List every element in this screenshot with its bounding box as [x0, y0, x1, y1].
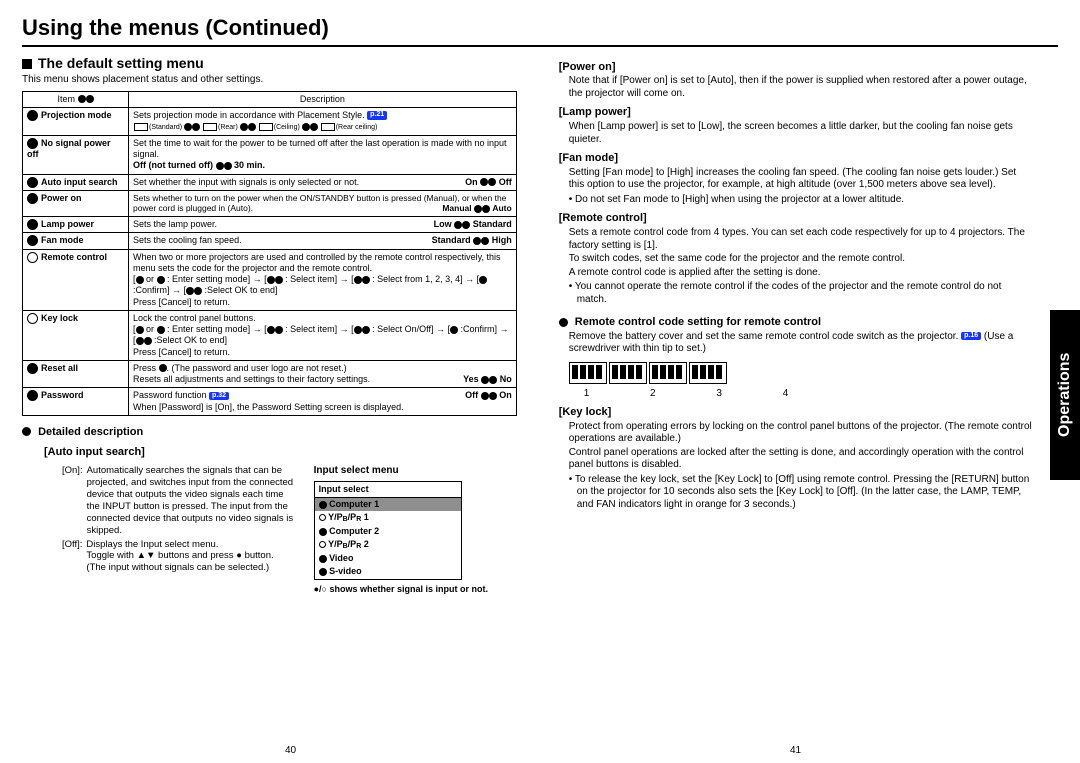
section-intro: This menu shows placement status and oth…	[22, 74, 517, 87]
col-desc: Description	[129, 91, 517, 107]
auto-input-head: [Auto input search]	[22, 446, 517, 460]
lamp-head: [Lamp power]	[559, 106, 1034, 120]
input-item: Video	[315, 552, 461, 565]
row-fanmode: Fan mode Sets the cooling fan speed. Sta…	[23, 233, 517, 249]
auto-off: [Off]: Displays the Input select menu.To…	[62, 539, 296, 575]
input-select-menu: Input select Computer 1 Y/PB/PR 1 Comput…	[314, 481, 462, 580]
input-item: Y/PB/PR 1	[315, 511, 461, 525]
col-item: Item	[23, 91, 129, 107]
rc-head: [Remote control]	[559, 212, 1034, 226]
input-item: S-video	[315, 565, 461, 578]
auto-on: [On]: Automatically searches the signals…	[62, 465, 296, 536]
fan-text: Setting [Fan mode] to [High] increases t…	[559, 167, 1034, 192]
section-heading: The default setting menu	[22, 55, 517, 73]
rc-bullet: • You cannot operate the remote control …	[559, 281, 1034, 306]
row-projection: Projection mode Sets projection mode in …	[23, 107, 517, 135]
key-bullet: • To release the key lock, set the [Key …	[559, 474, 1034, 512]
key-text1: Protect from operating errors by locking…	[559, 421, 1034, 446]
input-item: Computer 2	[315, 525, 461, 538]
row-keylock: Key lock Lock the control panel buttons.…	[23, 310, 517, 360]
row-remote: Remote control When two or more projecto…	[23, 249, 517, 310]
fan-head: [Fan mode]	[559, 152, 1034, 166]
lamp-text: When [Lamp power] is set to [Low], the s…	[559, 121, 1034, 146]
rc-text1: Sets a remote control code from 4 types.…	[559, 227, 1034, 252]
fan-bullet: • Do not set Fan mode to [High] when usi…	[559, 194, 1034, 207]
key-head: [Key lock]	[559, 406, 1034, 420]
settings-table: Item Description Projection mode Sets pr…	[22, 91, 517, 416]
poweron-head: [Power on]	[559, 61, 1034, 75]
rcset-text: Remove the battery cover and set the sam…	[559, 331, 1034, 356]
page-number-right: 41	[790, 745, 801, 758]
rc-text2: To switch codes, set the same code for t…	[559, 253, 1034, 266]
dip-switch-diagram: 1 2 3 4	[559, 362, 1034, 400]
page-title: Using the menus (Continued)	[22, 14, 1058, 47]
row-nosignal: No signal power off Set the time to wait…	[23, 135, 517, 174]
input-item: Y/PB/PR 2	[315, 538, 461, 552]
row-poweron: Power on Sets whether to turn on the pow…	[23, 190, 517, 216]
page-number-left: 40	[285, 745, 296, 758]
input-footnote: ●/○ shows whether signal is input or not…	[314, 584, 517, 595]
rc-text3: A remote control code is applied after t…	[559, 267, 1034, 280]
input-menu-title: Input select menu	[314, 465, 517, 478]
row-lamppower: Lamp power Sets the lamp power. Low Stan…	[23, 217, 517, 233]
row-resetall: Reset all Press . (The password and user…	[23, 360, 517, 388]
detailed-head: Detailed description	[22, 426, 517, 440]
row-autoinput: Auto input search Set whether the input …	[23, 174, 517, 190]
rcset-head: Remote control code setting for remote c…	[559, 316, 1034, 330]
poweron-text: Note that if [Power on] is set to [Auto]…	[559, 75, 1034, 100]
side-tab-operations: Operations	[1050, 310, 1080, 480]
key-text2: Control panel operations are locked afte…	[559, 447, 1034, 472]
row-password: Password Password function p.32 Off On W…	[23, 388, 517, 416]
input-item: Computer 1	[315, 498, 461, 511]
